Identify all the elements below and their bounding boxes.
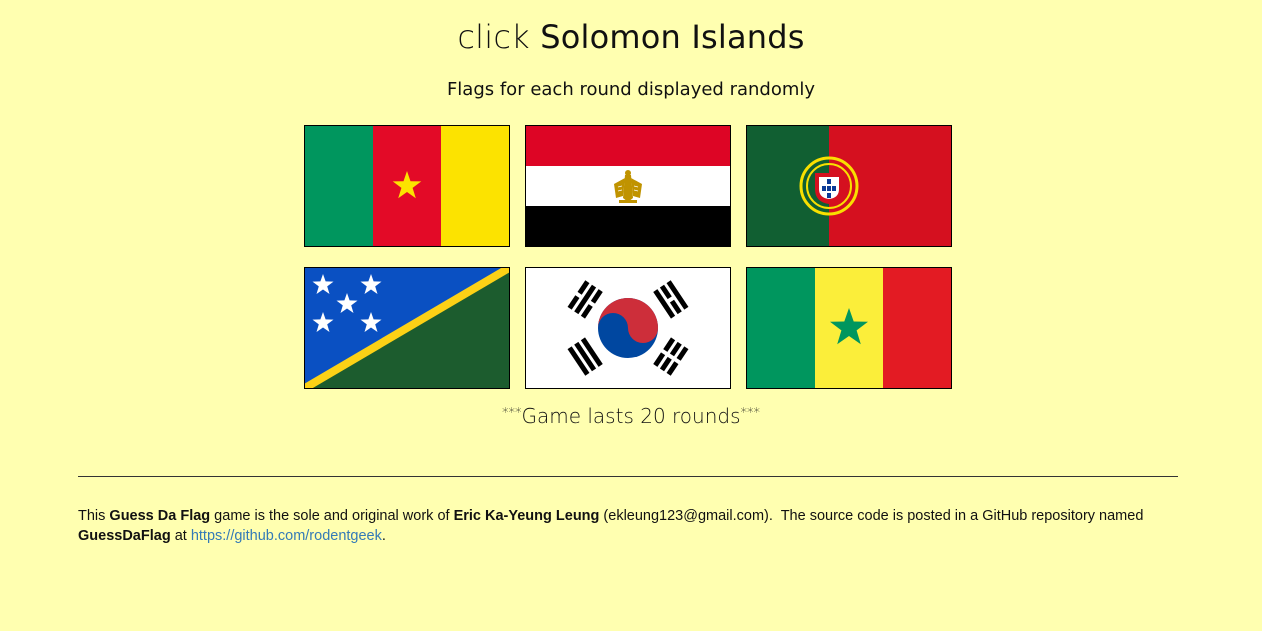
github-link[interactable]: https://github.com/rodentgeek bbox=[191, 528, 382, 544]
stars-left: *** bbox=[501, 406, 522, 421]
solomon-islands-flag-icon bbox=[305, 268, 509, 388]
round-prompt: click Solomon Islands bbox=[0, 18, 1262, 56]
author-name: Eric Ka-Yeung Leung bbox=[453, 508, 600, 524]
credits-text: (ekleung123@gmail.com). The source code … bbox=[599, 508, 1148, 524]
flag-option-south-korea[interactable] bbox=[525, 267, 731, 389]
portugal-flag-icon bbox=[747, 126, 951, 246]
flag-option-solomon-islands[interactable] bbox=[304, 267, 510, 389]
footer-divider bbox=[78, 476, 1178, 477]
credits-text: . bbox=[381, 528, 386, 544]
target-country: Solomon Islands bbox=[540, 18, 805, 56]
flag-option-senegal[interactable] bbox=[746, 267, 952, 389]
rounds-text: Game lasts 20 rounds bbox=[521, 404, 741, 428]
credits-text: This bbox=[78, 508, 110, 524]
flag-option-portugal[interactable] bbox=[746, 125, 952, 247]
senegal-flag-icon bbox=[747, 268, 951, 388]
flag-option-egypt[interactable] bbox=[525, 125, 731, 247]
subtitle: Flags for each round displayed randomly bbox=[446, 79, 816, 100]
credits-text: at bbox=[170, 528, 191, 544]
prompt-prefix: click bbox=[457, 18, 530, 56]
footer-credits: This Guess Da Flag game is the sole and … bbox=[78, 506, 1178, 546]
game-name: Guess Da Flag bbox=[109, 508, 211, 524]
credits-text: game is the sole and original work of bbox=[210, 508, 454, 524]
repo-name: GuessDaFlag bbox=[78, 528, 171, 544]
rounds-note: ***Game lasts 20 rounds*** bbox=[0, 404, 1262, 428]
south-korea-flag-icon bbox=[526, 268, 730, 388]
flag-option-cameroon[interactable] bbox=[304, 125, 510, 247]
egypt-flag-icon bbox=[526, 126, 730, 246]
stars-right: *** bbox=[740, 406, 761, 421]
flag-grid bbox=[304, 125, 952, 389]
cameroon-flag-icon bbox=[305, 126, 509, 246]
